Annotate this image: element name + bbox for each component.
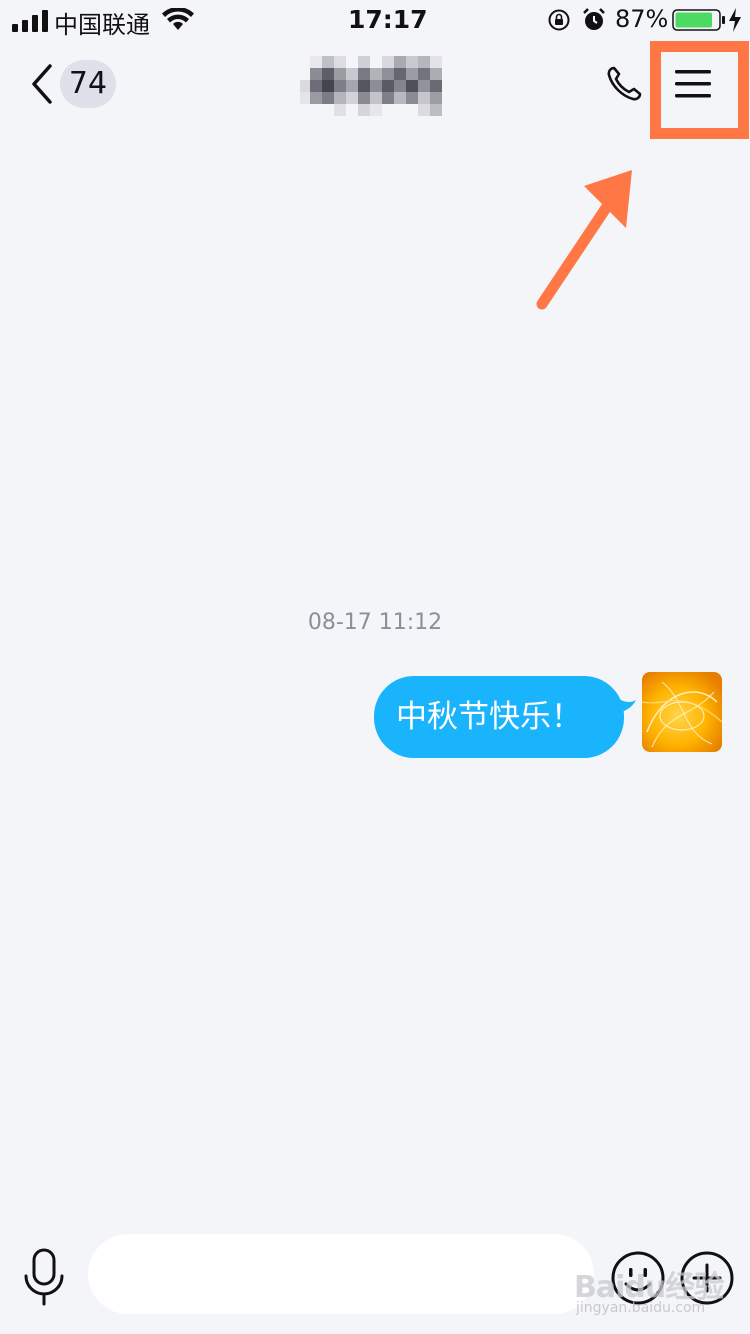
message-timestamp: 08-17 11:12: [307, 610, 443, 635]
avatar-image: [642, 672, 722, 752]
carrier-label: 中国联通: [54, 11, 150, 39]
wifi-icon: [162, 8, 194, 30]
chat-title-pixelated: [300, 56, 450, 118]
chat-title: [300, 56, 450, 118]
status-time: 17:17: [348, 5, 428, 34]
unread-count-badge[interactable]: 74: [60, 60, 116, 108]
status-bar: 中国联通 17:17 87%: [0, 0, 750, 40]
signal-icon: [12, 10, 48, 32]
battery-icon: [672, 9, 725, 31]
chevron-left-icon[interactable]: [28, 60, 58, 108]
charging-icon: [729, 8, 741, 32]
orientation-lock-icon: [548, 9, 570, 31]
watermark-url: jingyan.baidu.com: [576, 1300, 706, 1316]
annotation-arrow: [536, 170, 632, 310]
hamburger-menu-icon[interactable]: [672, 64, 714, 104]
alarm-icon: [583, 8, 605, 30]
message-text: 中秋节快乐！: [396, 699, 582, 735]
battery-percent: 87%: [615, 5, 669, 33]
avatar[interactable]: [642, 672, 722, 752]
message-bubble[interactable]: 中秋节快乐！: [374, 676, 624, 758]
microphone-icon[interactable]: [22, 1248, 66, 1308]
message-input[interactable]: [88, 1234, 594, 1314]
phone-icon[interactable]: [604, 64, 644, 104]
